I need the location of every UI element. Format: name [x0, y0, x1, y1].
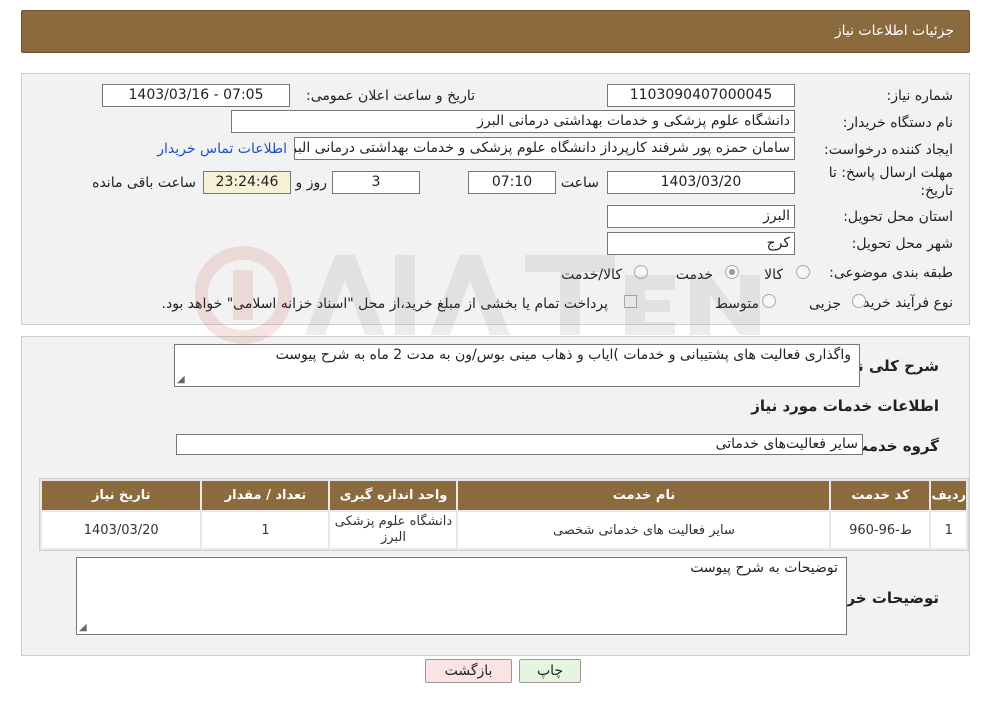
cell-name: سایر فعالیت های خدماتی شخصی — [458, 512, 830, 548]
resize-grip-icon[interactable]: ◢ — [79, 623, 87, 633]
province-field: البرز — [607, 205, 795, 228]
category-radio-service[interactable] — [725, 265, 739, 279]
deadline-label-line2: تاریخ: — [920, 183, 953, 199]
buyer-contact-link[interactable]: اطلاعات تماس خریدار — [157, 141, 287, 157]
process-radio-medium[interactable] — [762, 294, 776, 308]
cell-code: ط-96-960 — [831, 512, 930, 548]
deadline-label-line1: مهلت ارسال پاسخ: تا — [828, 165, 953, 181]
need-number-field: 1103090407000045 — [607, 84, 795, 107]
deadline-date-field: 1403/03/20 — [607, 171, 795, 194]
cell-qty: 1 — [202, 512, 329, 548]
service-group-field: سایر فعالیت‌های خدماتی — [176, 434, 863, 455]
deadline-days-label: روز و — [295, 175, 328, 191]
cell-row: 1 — [931, 512, 966, 548]
table-row: 1 ط-96-960 سایر فعالیت های خدماتی شخصی د… — [42, 512, 966, 548]
process-label: نوع فرآیند خرید : — [854, 295, 953, 311]
col-date: تاریخ نیاز — [42, 481, 201, 510]
deadline-time-label: ساعت — [560, 175, 599, 191]
process-option-minor: جزیی — [809, 296, 841, 312]
summary-text: واگذاری فعالیت های پشتیبانی و خدمات )ایا… — [275, 347, 851, 363]
announce-datetime-field: 1403/03/16 - 07:05 — [102, 84, 290, 107]
category-option-goods: کالا — [764, 267, 783, 283]
treasury-payment-note: پرداخت تمام یا بخشی از مبلغ خرید،از محل … — [161, 296, 608, 312]
process-option-medium: متوسط — [715, 296, 759, 312]
requester-label: ایجاد کننده درخواست: — [824, 142, 953, 158]
cell-unit: دانشگاه علوم پزشکی البرز — [330, 512, 457, 548]
print-button[interactable]: چاپ — [519, 659, 581, 683]
remaining-time-field: 23:24:46 — [203, 171, 291, 194]
buyer-org-field: دانشگاه علوم پزشکی و خدمات بهداشتی درمان… — [231, 110, 795, 133]
page-title: جزئیات اطلاعات نیاز — [834, 23, 954, 39]
category-radio-goods[interactable] — [796, 265, 810, 279]
treasury-payment-checkbox[interactable] — [624, 295, 637, 308]
category-option-goods-service: کالا/خدمت — [561, 267, 622, 283]
remaining-time-label: ساعت باقی مانده — [92, 175, 196, 191]
city-field: کرج — [607, 232, 795, 255]
resize-grip-icon[interactable]: ◢ — [177, 375, 185, 385]
col-row: ردیف — [931, 481, 966, 510]
deadline-time-field: 07:10 — [468, 171, 556, 194]
category-label: طبقه بندی موضوعی: — [829, 265, 953, 281]
process-radio-minor[interactable] — [852, 294, 866, 308]
col-code: کد خدمت — [831, 481, 930, 510]
summary-textarea: واگذاری فعالیت های پشتیبانی و خدمات )ایا… — [174, 344, 860, 387]
col-unit: واحد اندازه گیری — [330, 481, 457, 510]
services-heading: اطلاعات خدمات مورد نیاز — [751, 397, 939, 415]
buyer-notes-textarea: توضیحات به شرح پیوست ◢ — [76, 557, 847, 635]
buyer-notes-text: توضیحات به شرح پیوست — [690, 560, 838, 576]
services-panel: شرح کلی نیاز: واگذاری فعالیت های پشتیبان… — [21, 336, 970, 656]
services-table-header: ردیف کد خدمت نام خدمت واحد اندازه گیری ت… — [42, 481, 966, 510]
city-label: شهر محل تحویل: — [851, 236, 953, 252]
need-info-panel: شماره نیاز: 1103090407000045 تاریخ و ساع… — [21, 73, 970, 325]
back-button[interactable]: بازگشت — [425, 659, 512, 683]
need-number-label: شماره نیاز: — [886, 88, 954, 104]
buyer-org-label: نام دستگاه خریدار: — [842, 115, 953, 131]
announce-datetime-label: تاریخ و ساعت اعلان عمومی: — [306, 88, 475, 104]
category-radio-goods-service[interactable] — [634, 265, 648, 279]
col-qty: تعداد / مقدار — [202, 481, 329, 510]
cell-date: 1403/03/20 — [42, 512, 201, 548]
col-name: نام خدمت — [458, 481, 830, 510]
requester-field: سامان حمزه پور شرفند کارپرداز دانشگاه عل… — [294, 137, 795, 160]
page-header: جزئیات اطلاعات نیاز — [21, 10, 970, 53]
services-table: ردیف کد خدمت نام خدمت واحد اندازه گیری ت… — [39, 478, 969, 551]
deadline-days-field: 3 — [332, 171, 420, 194]
province-label: استان محل تحویل: — [843, 209, 953, 225]
category-option-service: خدمت — [675, 267, 713, 283]
